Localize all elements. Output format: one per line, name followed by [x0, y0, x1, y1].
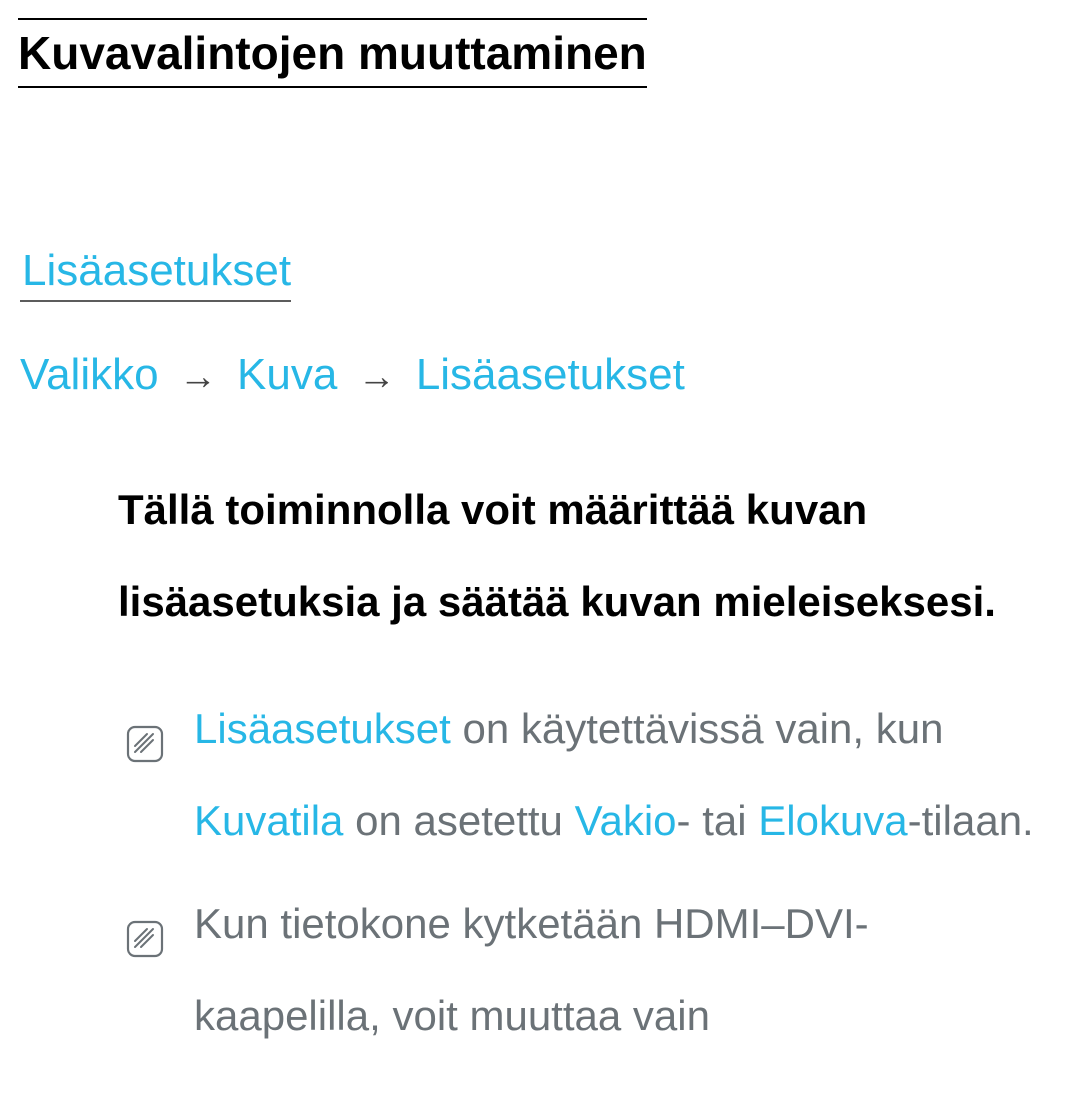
body-paragraph: Tällä toiminnolla voit määrittää kuvan l… [18, 464, 1060, 649]
page-title: Kuvavalintojen muuttaminen [18, 18, 647, 88]
note-item: Lisäasetukset on käytettävissä vain, kun… [126, 683, 1040, 868]
section-heading: Lisäasetukset [20, 246, 291, 302]
breadcrumb-item-kuva: Kuva [237, 350, 337, 399]
breadcrumb-item-lisaasetukset: Lisäasetukset [416, 350, 685, 399]
note-text: on asetettu [343, 797, 574, 844]
note-text: Kun tietokone kytketään HDMI–DVI-kaapeli… [194, 900, 869, 1039]
note-text: - tai [677, 797, 759, 844]
note-highlight: Vakio [575, 797, 677, 844]
note-item: Kun tietokone kytketään HDMI–DVI-kaapeli… [126, 878, 1040, 1063]
breadcrumb: Valikko → Kuva → Lisäasetukset [18, 350, 1060, 400]
note-list: Lisäasetukset on käytettävissä vain, kun… [18, 683, 1060, 1063]
note-text: on käytettävissä vain, kun [451, 705, 944, 752]
note-highlight: Kuvatila [194, 797, 343, 844]
breadcrumb-item-valikko: Valikko [20, 350, 159, 399]
arrow-icon: → [350, 356, 404, 398]
note-highlight: Elokuva [758, 797, 907, 844]
note-icon [126, 898, 164, 936]
note-icon [126, 703, 164, 741]
note-text: -tilaan. [908, 797, 1034, 844]
arrow-icon: → [171, 356, 225, 398]
note-highlight: Lisäasetukset [194, 705, 451, 752]
